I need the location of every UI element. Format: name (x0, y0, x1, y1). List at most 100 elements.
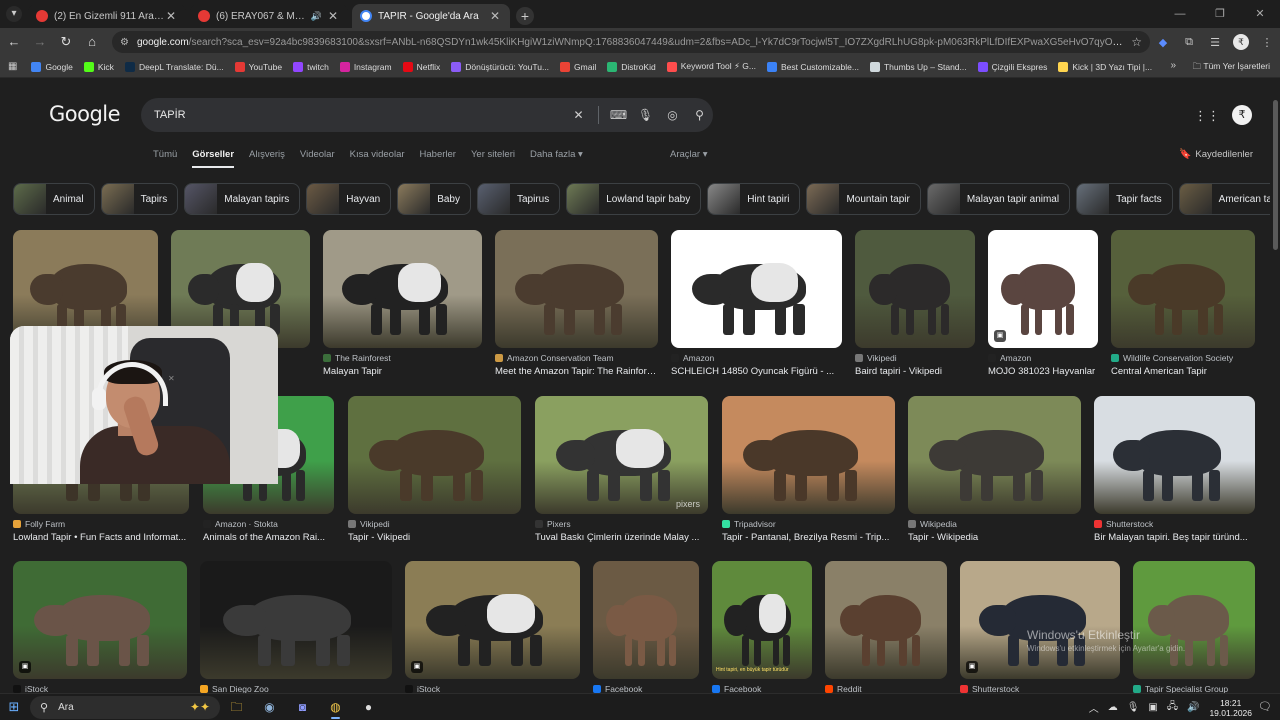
bookmark-item[interactable]: Dönüştürücü: YouTu... (451, 61, 549, 72)
bookmark-item[interactable]: DistroKid (607, 61, 656, 72)
result-source[interactable]: Pixers (535, 519, 708, 529)
image-result-card[interactable]: Vikipedi Baird tapiri - Vikipedi (855, 230, 975, 377)
result-title[interactable]: Tapir - Pantanal, Brezilya Resmi - Trip.… (722, 532, 895, 543)
result-thumbnail[interactable] (495, 230, 658, 348)
steam-icon[interactable]: ◉ (253, 695, 286, 720)
bookmark-item[interactable]: Keyword Tool ⚡ G... (666, 61, 756, 72)
camera-lens-icon[interactable]: ◎ (659, 108, 686, 122)
taskbar-clock[interactable]: 18:21 19.01.2026 (1209, 698, 1252, 718)
image-result-card[interactable]: Tripadvisor Tapir - Pantanal, Brezilya Re… (722, 396, 895, 543)
result-thumbnail[interactable] (671, 230, 842, 348)
minimize-icon[interactable]: — (1160, 0, 1200, 28)
result-thumbnail[interactable]: ▣ (405, 561, 580, 679)
tools-button[interactable]: Araçlar ▾ (670, 149, 708, 160)
image-result-card[interactable]: Hint tapiri, en büyük tapir türüdür Faceb… (712, 561, 812, 693)
search-icon[interactable]: ⚲ (686, 108, 713, 122)
result-source[interactable]: iStock (13, 684, 187, 693)
result-thumbnail[interactable]: ▣ (13, 561, 187, 679)
result-title[interactable]: Tapir - Vikipedi (348, 532, 521, 543)
result-source[interactable]: Reddit (825, 684, 947, 693)
microphone-icon[interactable]: 🎙 (632, 108, 659, 122)
bookmark-item[interactable]: YouTube (234, 61, 282, 72)
result-title[interactable]: SCHLEICH 14850 Oyuncak Figürü - ... (671, 366, 842, 377)
search-tab[interactable]: Alışveriş (249, 149, 285, 160)
result-source[interactable]: Wikipedia (908, 519, 1081, 529)
refinement-chip[interactable]: Tapirus (477, 183, 561, 215)
image-result-card[interactable]: Amazon SCHLEICH 14850 Oyuncak Figürü - ..… (671, 230, 842, 377)
bookmark-item[interactable]: Google (31, 61, 73, 72)
google-apps-icon[interactable]: ⋮⋮ (1194, 108, 1220, 124)
site-info-icon[interactable]: ⚙ (120, 37, 129, 48)
discord-icon[interactable]: ◙ (286, 695, 319, 720)
result-source[interactable]: Facebook (593, 684, 699, 693)
tray-network-icon[interactable]: 🖧 (1167, 699, 1178, 716)
bookmark-item[interactable]: Best Customizable... (766, 61, 859, 72)
result-source[interactable]: Amazon · Stokta (203, 519, 334, 529)
refinement-chip[interactable]: Malayan tapirs (184, 183, 301, 215)
result-title[interactable]: Animals of the Amazon Rai... (203, 532, 334, 543)
reload-icon[interactable]: ↻ (54, 30, 78, 54)
result-title[interactable]: Bir Malayan tapiri. Beş tapir türünd... (1094, 532, 1255, 543)
result-source[interactable]: Folly Farm (13, 519, 189, 529)
image-result-card[interactable]: Reddit (825, 561, 947, 693)
home-icon[interactable]: ⌂ (80, 30, 104, 54)
result-source[interactable]: Shutterstock (1094, 519, 1255, 529)
scrollbar-thumb[interactable] (1273, 100, 1278, 250)
search-tab[interactable]: Görseller (192, 149, 234, 168)
result-source[interactable]: iStock (405, 684, 580, 693)
search-tab[interactable]: Kısa videolar (350, 149, 405, 160)
result-source[interactable]: Vikipedi (855, 353, 975, 363)
bookmark-item[interactable]: Çizgili Ekspres (977, 61, 1047, 72)
search-box[interactable]: TAPİR ✕ ⌨ 🎙 ◎ ⚲ (141, 98, 713, 132)
image-result-card[interactable]: ▣ iStock (13, 561, 187, 693)
result-source[interactable]: Tapir Specialist Group (1133, 684, 1255, 693)
refinement-chip[interactable]: Lowland tapir baby (566, 183, 702, 215)
new-tab-button[interactable]: + (516, 7, 534, 25)
image-result-card[interactable]: Vikipedi Tapir - Vikipedi (348, 396, 521, 543)
saved-button[interactable]: 🔖 Kaydedilenler (1179, 149, 1253, 160)
result-thumbnail[interactable] (1111, 230, 1255, 348)
image-result-card[interactable]: Facebook (593, 561, 699, 693)
result-thumbnail[interactable] (908, 396, 1081, 514)
result-title[interactable]: Malayan Tapir (323, 366, 482, 377)
tab-search-icon[interactable]: ▾ (6, 6, 22, 22)
tab-close-icon[interactable]: ✕ (488, 9, 502, 23)
page-scrollbar[interactable] (1270, 78, 1280, 693)
result-source[interactable]: Amazon (988, 353, 1098, 363)
bookmark-item[interactable]: Kick (83, 61, 114, 72)
result-source[interactable]: Amazon Conservation Team (495, 353, 658, 363)
bookmark-item[interactable]: DeepL Translate: Dü... (124, 61, 224, 72)
apps-grid-icon[interactable]: ▦ (8, 61, 17, 72)
result-thumbnail[interactable] (855, 230, 975, 348)
result-title[interactable]: Tuval Baskı Çimlerin üzerinde Malay ... (535, 532, 708, 543)
result-title[interactable]: Lowland Tapir • Fun Facts and Informat..… (13, 532, 189, 543)
more-bookmarks-icon[interactable]: » (1170, 60, 1176, 71)
tab-youtube-2[interactable]: (6) ERAY067 & MANSUR - [ 🔊 ✕ (190, 4, 348, 28)
tab-close-icon[interactable]: ✕ (164, 9, 178, 23)
image-result-card[interactable]: The Rainforest Malayan Tapir (323, 230, 482, 377)
back-icon[interactable]: ← (2, 30, 26, 54)
image-result-card[interactable]: Tapir Specialist Group (1133, 561, 1255, 693)
address-bar[interactable]: ⚙ google.com/search?sca_esv=92a4bc983968… (112, 31, 1150, 53)
tab-close-icon[interactable]: ✕ (326, 9, 340, 23)
result-thumbnail[interactable]: Hint tapiri, en büyük tapir türüdür (712, 561, 812, 679)
clear-search-icon[interactable]: ✕ (565, 108, 592, 122)
refinement-chip[interactable]: Mountain tapir (806, 183, 921, 215)
result-source[interactable]: Wildlife Conservation Society (1111, 353, 1255, 363)
tray-volume-icon[interactable]: 🔊 (1187, 702, 1199, 713)
google-logo[interactable]: Google (49, 102, 121, 126)
result-thumbnail[interactable]: pixers (535, 396, 708, 514)
result-source[interactable]: San Diego Zoo (200, 684, 392, 693)
image-result-card[interactable]: San Diego Zoo (200, 561, 392, 693)
result-title[interactable]: MOJO 381023 Hayvanlar (988, 366, 1098, 377)
speaker-icon[interactable]: 🔊 (311, 11, 322, 22)
result-source[interactable]: Tripadvisor (722, 519, 895, 529)
refinement-chip[interactable]: Tapir facts (1076, 183, 1173, 215)
account-avatar[interactable]: ₹ (1232, 105, 1252, 125)
taskbar-search[interactable]: ⚲ Ara ✦✦ (30, 695, 220, 719)
result-thumbnail[interactable] (593, 561, 699, 679)
bookmark-item[interactable]: Gmail (560, 61, 596, 72)
bookmark-item[interactable]: Netflix (402, 61, 440, 72)
image-result-card[interactable]: Shutterstock Bir Malayan tapiri. Beş tapi… (1094, 396, 1255, 543)
result-thumbnail[interactable] (825, 561, 947, 679)
